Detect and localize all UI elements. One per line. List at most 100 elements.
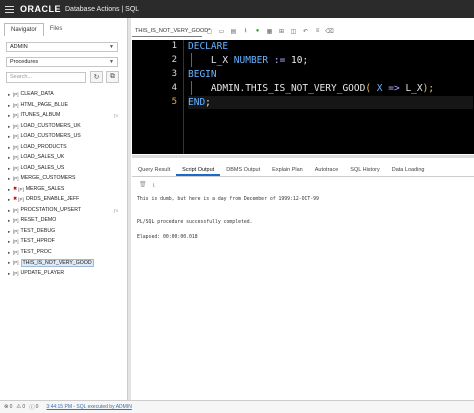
tree-node[interactable]: ▸ [P] MERGE_CUSTOMERS (8, 174, 120, 183)
chevron-down-icon: ▼ (109, 59, 114, 65)
procedure-icon: [P] (13, 228, 19, 234)
tree-node-label: LOAD_SALES_UK (20, 154, 65, 160)
tree-node-label: MERGE_CUSTOMERS (20, 175, 76, 181)
operator: := (273, 55, 286, 66)
tree-node[interactable]: ▸ [P] TEST_PROC (8, 248, 120, 257)
filter-icon: ⧉ (110, 73, 115, 80)
tab-data-loading[interactable]: Data Loading (386, 164, 431, 176)
procedure-icon: [P] (13, 260, 19, 265)
procedure-icon: [P] (13, 144, 19, 150)
filter-button[interactable]: ⧉ (106, 71, 119, 83)
tree-node[interactable]: ▸ [P] LOAD_PRODUCTS (8, 143, 120, 152)
procedure-icon: [P] (13, 218, 19, 223)
procedure-icon: [P] (13, 92, 19, 97)
number: 10 (291, 55, 303, 66)
tree-node-label: HTML_PAGE_BLUE (20, 101, 68, 108)
tree-node[interactable]: ▸ [P] ITUNES_ALBUM ƒx (8, 111, 120, 120)
tree-node-label: TEST_HPROF (20, 238, 55, 244)
tree-node[interactable]: ▸ [P] TEST_DEBUG (8, 227, 120, 236)
tree-node[interactable]: ▸ [P] LOAD_CUSTOMERS_UK (8, 122, 120, 131)
tab-sql-history[interactable]: SQL History (344, 164, 385, 176)
tab-autotrace[interactable]: Autotrace (309, 164, 345, 176)
search-input[interactable]: Search... (6, 72, 86, 83)
tree-node[interactable]: ▸ [P] LOAD_CUSTOMERS_US (8, 132, 120, 141)
object-type-select[interactable]: Procedures ▼ (6, 57, 118, 67)
open-icon[interactable]: ▭ (217, 27, 226, 36)
keyword: DECLARE (188, 41, 229, 52)
procedure-icon: [P] (13, 176, 19, 181)
output-toolbar: 🗑 ⭳ (139, 181, 155, 191)
status-message[interactable]: 3:44:15 PM - SQL executed by ADMIN (46, 404, 131, 410)
tree-node[interactable]: ▸ [P] UPDATE_PLAYER (8, 269, 120, 278)
function-badge-icon: ƒx (113, 207, 118, 213)
tab-dbms-output[interactable]: DBMS Output (220, 164, 266, 176)
code-line-5: END; (188, 96, 473, 109)
run-script-icon[interactable]: ▦ (265, 27, 274, 36)
vertical-splitter[interactable] (128, 18, 131, 400)
tab-script-output[interactable]: Script Output (176, 164, 221, 176)
undo-icon[interactable]: ↶ (301, 27, 310, 36)
code-line-4: ADMIN.THIS_IS_NOT_VERY_GOOD( X => L_X); (188, 82, 434, 95)
editor-toolbar: THIS_IS_NOT_VERY_GOOD* ▢ ▭ ▤ ⭳ ● ▦ ⊞ ◫ ↶… (132, 24, 474, 38)
tree-node-label: LOAD_CUSTOMERS_UK (20, 122, 81, 129)
tree-node-label: THIS_IS_NOT_VERY_GOOD (20, 258, 94, 267)
schema-select-value: ADMIN (10, 44, 28, 50)
schema-select[interactable]: ADMIN ▼ (6, 42, 118, 52)
menu-icon[interactable] (0, 0, 18, 18)
procedure-icon: [P] (13, 102, 19, 108)
tree-node[interactable]: ▸ [P] LOAD_SALES_UK (8, 153, 120, 162)
tree-node[interactable]: ▸ [P] LOAD_SALES_US (8, 164, 120, 173)
procedure-icon: [P] (13, 207, 19, 213)
code-editor[interactable]: 1 2 3 4 5 DECLARE L_X NUMBER := 10; BEGI… (132, 40, 474, 154)
run-icon[interactable]: ● (253, 27, 262, 36)
function-badge-icon: ƒx (113, 113, 118, 118)
line-number: 4 (171, 83, 177, 93)
semicolon: ; (205, 97, 211, 108)
tree-node[interactable]: ▸ [P] THIS_IS_NOT_VERY_GOOD (8, 258, 120, 267)
arrow-operator: => (388, 83, 400, 94)
procedure-call: ADMIN.THIS_IS_NOT_VERY_GOOD (210, 83, 366, 94)
tree-node-label: ORDS_ENABLE_JEFF (25, 196, 80, 202)
tree-node[interactable]: ▸ [P] PROCSTATION_UPSERT ƒx (8, 206, 120, 215)
tree-node[interactable]: ▸ ✖ [P] MERGE_SALES (8, 185, 120, 194)
tree-node[interactable]: ▸ [P] TEST_HPROF (8, 237, 120, 246)
tab-explain-plan[interactable]: Explain Plan (266, 164, 309, 176)
refresh-button[interactable]: ↻ (90, 71, 103, 83)
tree-node[interactable]: ▸ ✖ [P] ORDS_ENABLE_JEFF (8, 195, 120, 204)
autotrace-icon[interactable]: ◫ (289, 27, 298, 36)
chevron-down-icon: ▼ (109, 44, 114, 50)
tree-node[interactable]: ▸ [P] CLEAR_DATA (8, 90, 120, 99)
tree-node[interactable]: ▸ [P] HTML_PAGE_BLUE (8, 101, 120, 110)
argument: L_X (405, 83, 423, 94)
procedure-icon: [P] (13, 123, 19, 129)
tree-node[interactable]: ▸ [P] RESET_DEMO (8, 216, 120, 225)
tree-node-label: RESET_DEMO (20, 217, 57, 223)
invalid-icon: ✖ (13, 196, 18, 202)
status-info[interactable]: ⓘ 0 (29, 403, 38, 411)
status-errors[interactable]: ⊗ 0 (4, 404, 12, 410)
download-icon[interactable]: ⭳ (153, 181, 155, 191)
trash-icon[interactable]: 🗑 (139, 181, 147, 191)
clear-icon[interactable]: ⌫ (325, 27, 334, 36)
tab-query-result[interactable]: Query Result (132, 164, 176, 176)
download-icon[interactable]: ⭳ (241, 27, 250, 36)
save-icon[interactable]: ▤ (229, 27, 238, 36)
status-warnings[interactable]: ⚠ 0 (16, 404, 25, 410)
new-icon[interactable]: ▢ (205, 27, 214, 36)
code-line-3: BEGIN (188, 68, 217, 81)
explain-plan-icon[interactable]: ⊞ (277, 27, 286, 36)
tab-files[interactable]: Files (44, 23, 69, 36)
tree-node-label: MERGE_SALES (25, 185, 65, 192)
tree-node-label: CLEAR_DATA (20, 91, 54, 97)
format-icon[interactable]: ≡ (313, 27, 322, 36)
info-count: 0 (35, 404, 39, 410)
refresh-icon: ↻ (93, 74, 100, 81)
app-title: Database Actions | SQL (65, 5, 140, 13)
horizontal-splitter[interactable] (132, 155, 474, 158)
tab-navigator[interactable]: Navigator (4, 23, 44, 36)
procedure-icon: [P] (13, 270, 19, 276)
editor-tab[interactable]: THIS_IS_NOT_VERY_GOOD* (132, 25, 210, 37)
warning-count: 0 (22, 404, 26, 410)
code-area[interactable]: DECLARE L_X NUMBER := 10; BEGIN ADMIN.TH… (188, 40, 473, 154)
procedure-icon: [P] (18, 197, 24, 202)
